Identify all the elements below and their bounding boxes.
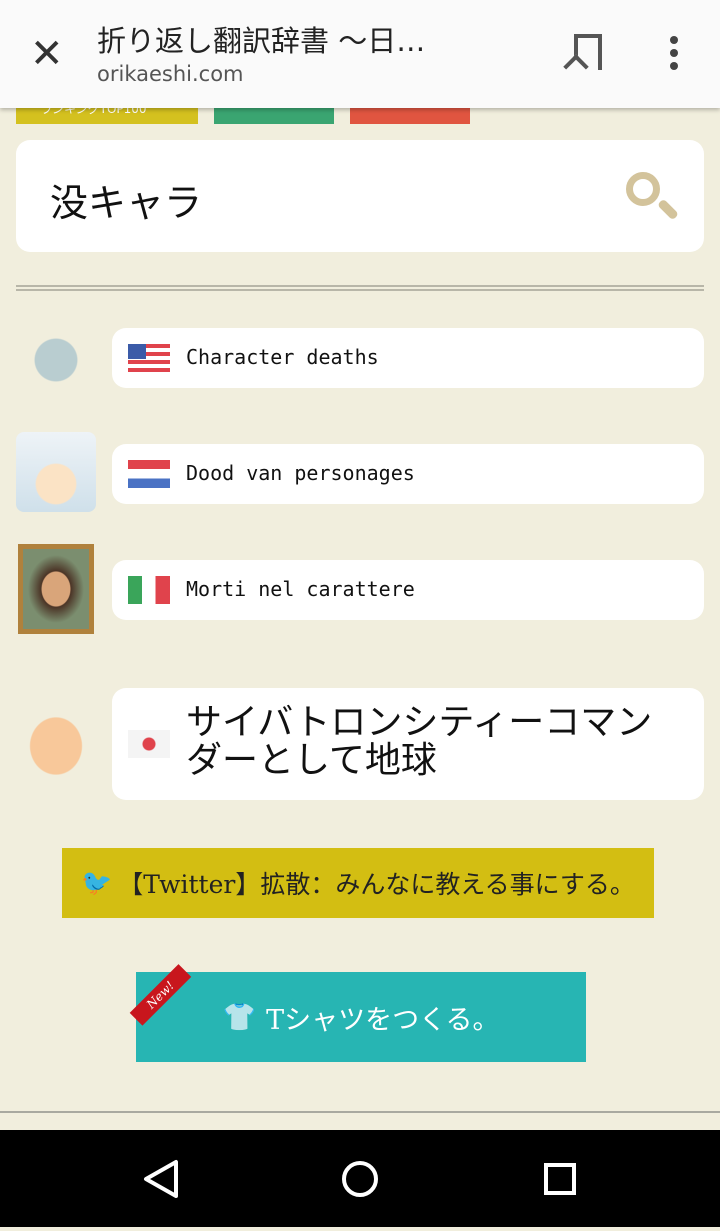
new-badge: New! — [129, 964, 192, 1026]
nl-flag-icon — [128, 460, 170, 488]
it-flag-icon — [128, 576, 170, 604]
tshirt-label: Tシャツをつくる。 — [266, 1004, 500, 1036]
translation-text: サイバトロンシティーコマンダーとして地球 — [186, 702, 653, 781]
bookmark-icon[interactable] — [574, 34, 602, 70]
statue-of-liberty-avatar — [16, 316, 96, 396]
jp-flag-icon — [128, 730, 170, 758]
search-input[interactable]: 没キャラ — [50, 172, 202, 227]
close-icon[interactable]: ✕ — [30, 34, 64, 74]
tshirt-icon: 👕 — [222, 1002, 257, 1033]
translation-japanese: サイバトロンシティーコマンダーとして地球 — [112, 688, 704, 800]
dutch-girl-avatar — [16, 432, 96, 512]
more-menu-icon[interactable] — [670, 36, 678, 75]
recents-icon[interactable] — [544, 1163, 576, 1195]
search-box[interactable]: 没キャラ — [16, 140, 704, 252]
twitter-share-label: 【Twitter】拡散：みんなに教える事にする。 — [118, 870, 635, 899]
mona-lisa-avatar — [18, 544, 94, 634]
android-nav-bar — [0, 1130, 720, 1227]
back-icon[interactable] — [144, 1160, 178, 1198]
twitter-bird-icon: 🐦 — [81, 868, 113, 897]
translation-text: Dood van personages — [186, 461, 415, 485]
translation-text: Character deaths — [186, 345, 379, 369]
search-icon[interactable] — [626, 172, 660, 206]
make-tshirt-button[interactable]: New! 👕 Tシャツをつくる。 — [129, 964, 586, 1062]
divider — [16, 285, 704, 291]
translation-dutch: Dood van personages — [112, 444, 704, 504]
page-url: orikaeshi.com — [97, 62, 244, 86]
translation-text: Morti nel carattere — [186, 577, 415, 601]
browser-toolbar: ✕ 折り返し翻訳辞書 〜日… orikaeshi.com — [0, 0, 720, 108]
twitter-share-button[interactable]: 🐦 【Twitter】拡散：みんなに教える事にする。 — [62, 848, 654, 918]
translation-italian: Morti nel carattere — [112, 560, 704, 620]
samurai-avatar — [16, 702, 96, 782]
divider — [0, 1111, 720, 1113]
page-title: 折り返し翻訳辞書 〜日… — [97, 24, 426, 58]
translation-english: Character deaths — [112, 328, 704, 388]
us-flag-icon — [128, 344, 170, 372]
home-icon[interactable] — [342, 1161, 378, 1197]
